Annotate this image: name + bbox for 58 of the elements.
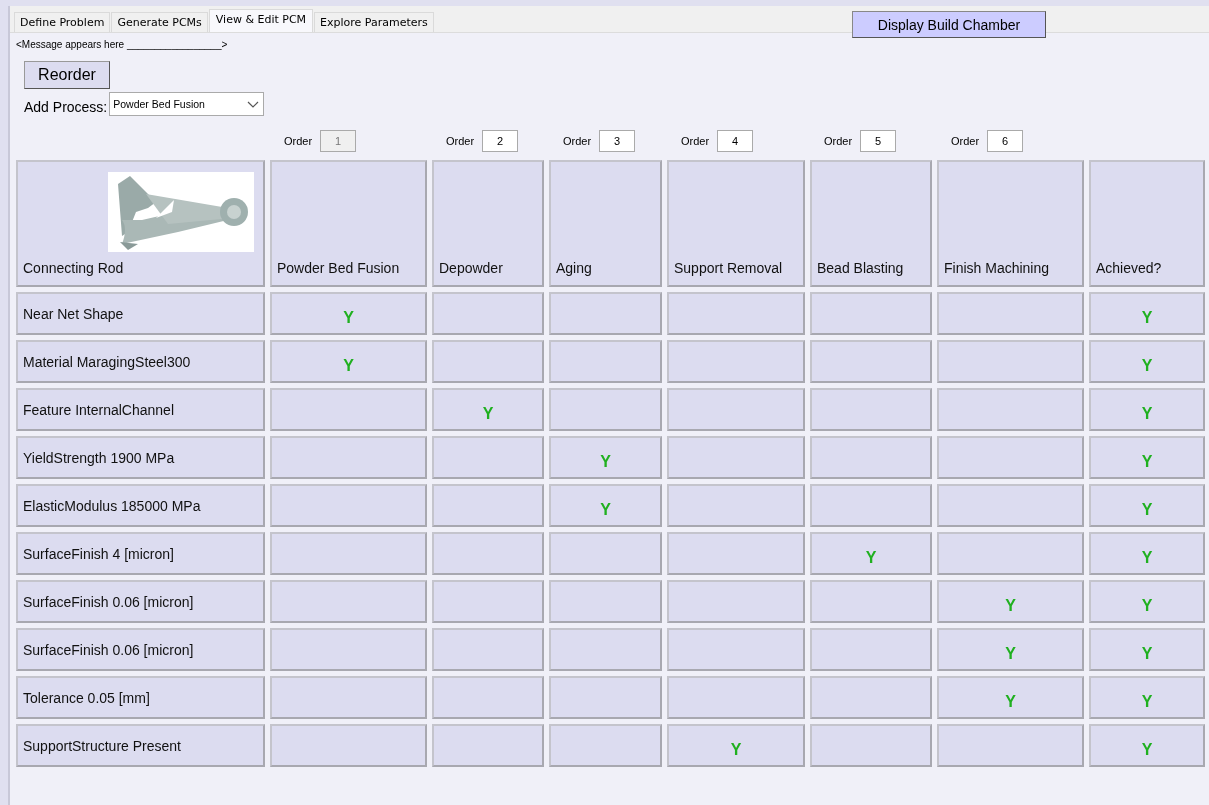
requirement-cell: SurfaceFinish 0.06 [micron] (16, 628, 265, 671)
table-cell: Y (270, 292, 427, 335)
process-dropdown[interactable]: Powder Bed Fusion (109, 92, 265, 116)
achieved-cell: Y (1089, 292, 1205, 335)
table-cell: Y (549, 436, 662, 479)
requirement-cell: ElasticModulus 185000 MPa (16, 484, 265, 527)
achieved-cell: Y (1089, 532, 1205, 575)
add-process-label: Add Process: (24, 99, 108, 115)
requirement-cell: Feature InternalChannel (16, 388, 265, 431)
order-label: Order (563, 135, 592, 147)
achieved-cell: Y (1089, 580, 1205, 623)
part-name: Connecting Rod (23, 260, 124, 276)
order-field[interactable]: 6 (987, 130, 1024, 152)
achieved-cell: Y (1089, 436, 1205, 479)
achieved-cell: Y (1089, 340, 1205, 383)
table-cell: Y (432, 388, 544, 431)
process-header-cell: Aging (549, 160, 662, 287)
achieved-cell: Y (1089, 484, 1205, 527)
requirement-cell: Tolerance 0.05 [mm] (16, 676, 265, 719)
requirement-cell: SurfaceFinish 4 [micron] (16, 532, 265, 575)
order-label: Order (951, 135, 980, 147)
achieved-cell: Y (1089, 628, 1205, 671)
requirement-cell: SurfaceFinish 0.06 [micron] (16, 580, 265, 623)
process-header-cell: Finish Machining (937, 160, 1084, 287)
table-cell: Y (937, 676, 1084, 719)
table-cell: Y (810, 532, 932, 575)
achieved-cell: Y (1089, 388, 1205, 431)
process-header-cell: Powder Bed Fusion (270, 160, 427, 287)
order-label: Order (284, 135, 313, 147)
order-field[interactable]: 5 (860, 130, 897, 152)
table-cell: Y (549, 484, 662, 527)
order-label: Order (824, 135, 853, 147)
achieved-header-cell: Achieved? (1089, 160, 1205, 287)
process-header-cell: Depowder (432, 160, 544, 287)
order-label: Order (446, 135, 475, 147)
order-field[interactable]: 4 (717, 130, 754, 152)
tab[interactable]: Define Problem (14, 12, 111, 32)
reorder-button[interactable]: Reorder (24, 61, 110, 89)
table-cell: Y (667, 724, 805, 767)
display-build-chamber-button[interactable]: Display Build Chamber (852, 11, 1046, 38)
process-header-cell: Support Removal (667, 160, 805, 287)
tab[interactable]: Explore Parameters (314, 12, 434, 32)
order-label: Order (681, 135, 710, 147)
requirement-cell: SupportStructure Present (16, 724, 265, 767)
requirement-cell: Material MaragingSteel300 (16, 340, 265, 383)
table-cell: Y (937, 580, 1084, 623)
order-field[interactable]: 3 (599, 130, 636, 152)
order-field[interactable]: 2 (482, 130, 519, 152)
tab[interactable]: Generate PCMs (111, 12, 208, 32)
table-cell: Y (937, 628, 1084, 671)
requirement-cell: Near Net Shape (16, 292, 265, 335)
tab[interactable]: View & Edit PCM (208, 9, 314, 32)
message-text: <Message appears here _________________> (16, 39, 229, 52)
achieved-cell: Y (1089, 676, 1205, 719)
table-cell: Y (270, 340, 427, 383)
process-header-cell: Bead Blasting (810, 160, 932, 287)
achieved-cell: Y (1089, 724, 1205, 767)
requirement-cell: YieldStrength 1900 MPa (16, 436, 265, 479)
